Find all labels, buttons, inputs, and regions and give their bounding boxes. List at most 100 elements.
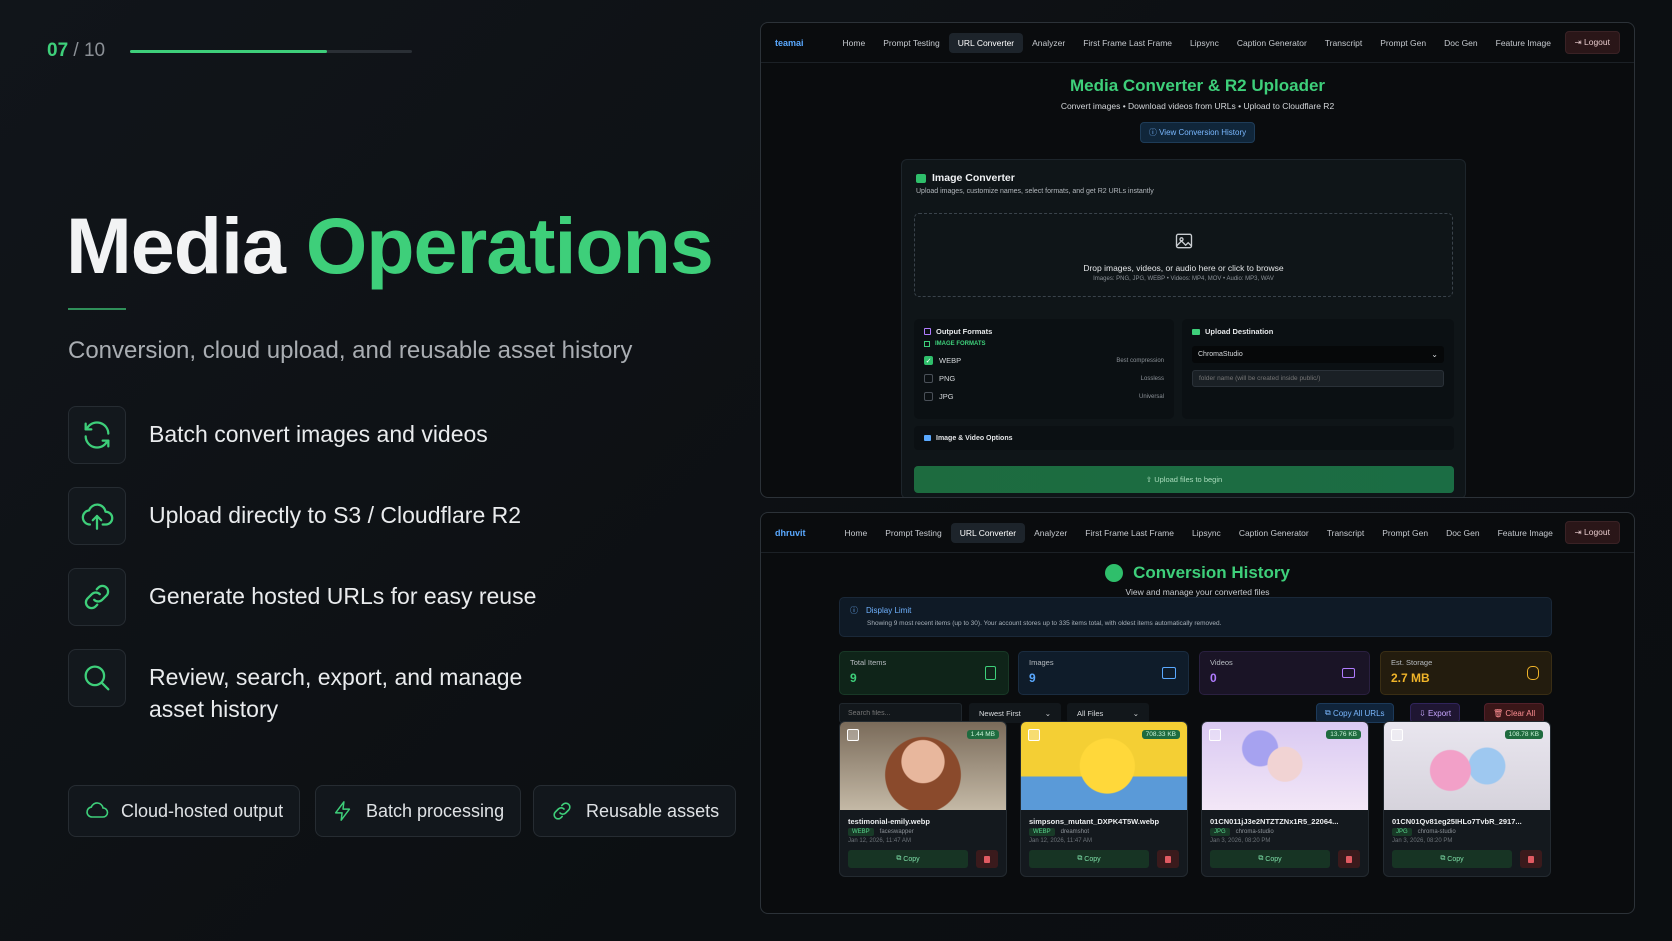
nav-item-lipsync[interactable]: Lipsync	[1183, 523, 1230, 543]
checkbox[interactable]	[924, 392, 933, 401]
nav-item-transcript[interactable]: Transcript	[1318, 523, 1373, 543]
history-item-card[interactable]: 708.33 KB simpsons_mutant_DXPK4T5W.webp WE…	[1020, 721, 1188, 877]
copy-label: Copy	[1084, 855, 1101, 863]
upload-files-button[interactable]: ⇧ Upload files to begin	[914, 466, 1454, 493]
nav-item-lipsync[interactable]: Lipsync	[1181, 33, 1228, 53]
copy-url-button[interactable]: ⧉ Copy	[1392, 850, 1512, 868]
history-item-card[interactable]: 108.78 KB 01CN01Qv81eg25IHLo7TvbR_2917...…	[1383, 721, 1551, 877]
checkbox[interactable]	[924, 374, 933, 383]
nav-item-caption-generator[interactable]: Caption Generator	[1230, 523, 1318, 543]
stat-value: 0	[1210, 671, 1217, 685]
nav-item-home[interactable]: Home	[836, 523, 877, 543]
select-checkbox[interactable]	[1209, 729, 1221, 741]
file-meta: WEBP faceswapper	[840, 826, 1006, 838]
logout-label: Logout	[1584, 37, 1610, 47]
file-date: Jan 3, 2026, 08:20 PM	[1392, 838, 1453, 844]
nav-item-home[interactable]: Home	[834, 33, 875, 53]
nav-item-transcript[interactable]: Transcript	[1316, 33, 1371, 53]
display-limit-text: Showing 9 most recent items (up to 30). …	[867, 620, 1222, 627]
nav-item-doc-gen[interactable]: Doc Gen	[1437, 523, 1489, 543]
nav-item-first-frame-last-frame[interactable]: First Frame Last Frame	[1074, 33, 1181, 53]
copy-label: Copy	[903, 855, 920, 863]
format-tag: WEBP	[1029, 828, 1055, 836]
nav-item-analyzer[interactable]: Analyzer	[1025, 523, 1076, 543]
copy-url-button[interactable]: ⧉ Copy	[1029, 850, 1149, 868]
thumbnail-image[interactable]: 708.33 KB	[1021, 722, 1187, 810]
chevron-down-icon: ⌄	[1132, 708, 1139, 718]
brand-logo[interactable]: teamai	[775, 38, 804, 48]
nav-item-prompt-testing[interactable]: Prompt Testing	[874, 33, 949, 53]
delete-button[interactable]	[1157, 850, 1179, 868]
stat-videos: Videos 0	[1199, 651, 1370, 695]
options-label: Image & Video Options	[936, 434, 1013, 442]
drop-hint: Images: PNG, JPG, WEBP • Videos: MP4, MO…	[1093, 276, 1274, 282]
logout-button[interactable]: ⇥ Logout	[1564, 521, 1620, 544]
upload-button-label: Upload files to begin	[1154, 475, 1223, 484]
copy-url-button[interactable]: ⧉ Copy	[1210, 850, 1330, 868]
total-slides: / 10	[73, 40, 106, 61]
select-checkbox[interactable]	[847, 729, 859, 741]
nav-item-analyzer[interactable]: Analyzer	[1023, 33, 1074, 53]
file-date: Jan 12, 2026, 11:47 AM	[1029, 838, 1092, 844]
format-option-webp[interactable]: ✓ WEBP Best compression	[924, 356, 1164, 365]
source-label: faceswapper	[879, 829, 914, 835]
nav-item-caption-generator[interactable]: Caption Generator	[1228, 33, 1316, 53]
nav-item-feature-image[interactable]: Feature Image	[1489, 523, 1562, 543]
delete-button[interactable]	[1520, 850, 1542, 868]
file-size-badge: 1.44 MB	[966, 730, 999, 739]
delete-button[interactable]	[1338, 850, 1360, 868]
copy-url-button[interactable]: ⧉ Copy	[848, 850, 968, 868]
filter-select[interactable]: All Files ⌄	[1067, 703, 1149, 723]
trash-icon	[1528, 855, 1534, 863]
nav-item-feature-image[interactable]: Feature Image	[1487, 33, 1560, 53]
clear-all-button[interactable]: 🗑 Clear All	[1484, 703, 1545, 723]
copy-icon: ⧉	[896, 855, 902, 862]
folder-name-input[interactable]	[1192, 370, 1444, 387]
slide-counter: 07 / 10	[47, 40, 105, 62]
format-name: JPG	[939, 392, 954, 401]
title-underline	[68, 308, 126, 310]
history-item-card[interactable]: 13.76 KB 01CN011jJ3e2NTZTZNx1R5_22064... J…	[1201, 721, 1369, 877]
copy-icon: ⧉	[1077, 855, 1083, 862]
trash-icon	[1346, 855, 1352, 863]
brand-logo[interactable]: dhruvit	[775, 528, 806, 538]
file-size-badge: 708.33 KB	[1141, 730, 1180, 739]
destination-select[interactable]: ChromaStudio ⌄	[1192, 346, 1444, 363]
nav-item-doc-gen[interactable]: Doc Gen	[1435, 33, 1487, 53]
cloud-upload-icon	[68, 487, 126, 545]
nav-item-first-frame-last-frame[interactable]: First Frame Last Frame	[1076, 523, 1183, 543]
nav-item-url-converter[interactable]: URL Converter	[948, 32, 1024, 53]
file-meta: JPG chroma-studio	[1202, 826, 1368, 838]
format-desc: Best compression	[1116, 357, 1164, 364]
search-icon	[68, 649, 126, 707]
thumbnail-image[interactable]: 13.76 KB	[1202, 722, 1368, 810]
sort-select[interactable]: Newest First ⌄	[969, 703, 1061, 723]
stat-total-items: Total Items 9	[839, 651, 1009, 695]
nav-item-prompt-gen[interactable]: Prompt Gen	[1371, 33, 1435, 53]
format-option-jpg[interactable]: JPG Universal	[924, 392, 1164, 401]
search-files-input[interactable]	[839, 703, 962, 723]
export-button[interactable]: ⇩ Export	[1410, 703, 1461, 723]
image-video-options-toggle[interactable]: Image & Video Options	[914, 426, 1454, 450]
checkbox[interactable]: ✓	[924, 356, 933, 365]
drop-zone[interactable]: Drop images, videos, or audio here or cl…	[914, 213, 1453, 297]
delete-button[interactable]	[976, 850, 998, 868]
file-meta: JPG chroma-studio	[1384, 826, 1550, 838]
history-item-card[interactable]: 1.44 MB testimonial-emily.webp WEBP faceswa…	[839, 721, 1007, 877]
select-checkbox[interactable]	[1028, 729, 1040, 741]
nav-item-prompt-testing[interactable]: Prompt Testing	[876, 523, 951, 543]
logout-button[interactable]: ⇥ Logout	[1564, 31, 1620, 54]
copy-all-urls-button[interactable]: ⧉ Copy All URLs	[1316, 703, 1394, 723]
format-option-png[interactable]: PNG Lossless	[924, 374, 1164, 383]
source-label: dreamshot	[1060, 829, 1090, 835]
output-formats-panel: Output Formats IMAGE FORMATS ✓ WEBP Best c…	[914, 319, 1174, 419]
thumbnail-image[interactable]: 1.44 MB	[840, 722, 1006, 810]
nav-item-url-converter[interactable]: URL Converter	[950, 522, 1026, 543]
image-formats-icon	[924, 341, 930, 347]
format-tag: WEBP	[848, 828, 874, 836]
view-history-button[interactable]: ⓘ View Conversion History	[1139, 122, 1256, 143]
select-checkbox[interactable]	[1391, 729, 1403, 741]
thumbnail-image[interactable]: 108.78 KB	[1384, 722, 1550, 810]
nav-item-prompt-gen[interactable]: Prompt Gen	[1373, 523, 1437, 543]
copy-icon: ⧉	[1258, 855, 1264, 862]
